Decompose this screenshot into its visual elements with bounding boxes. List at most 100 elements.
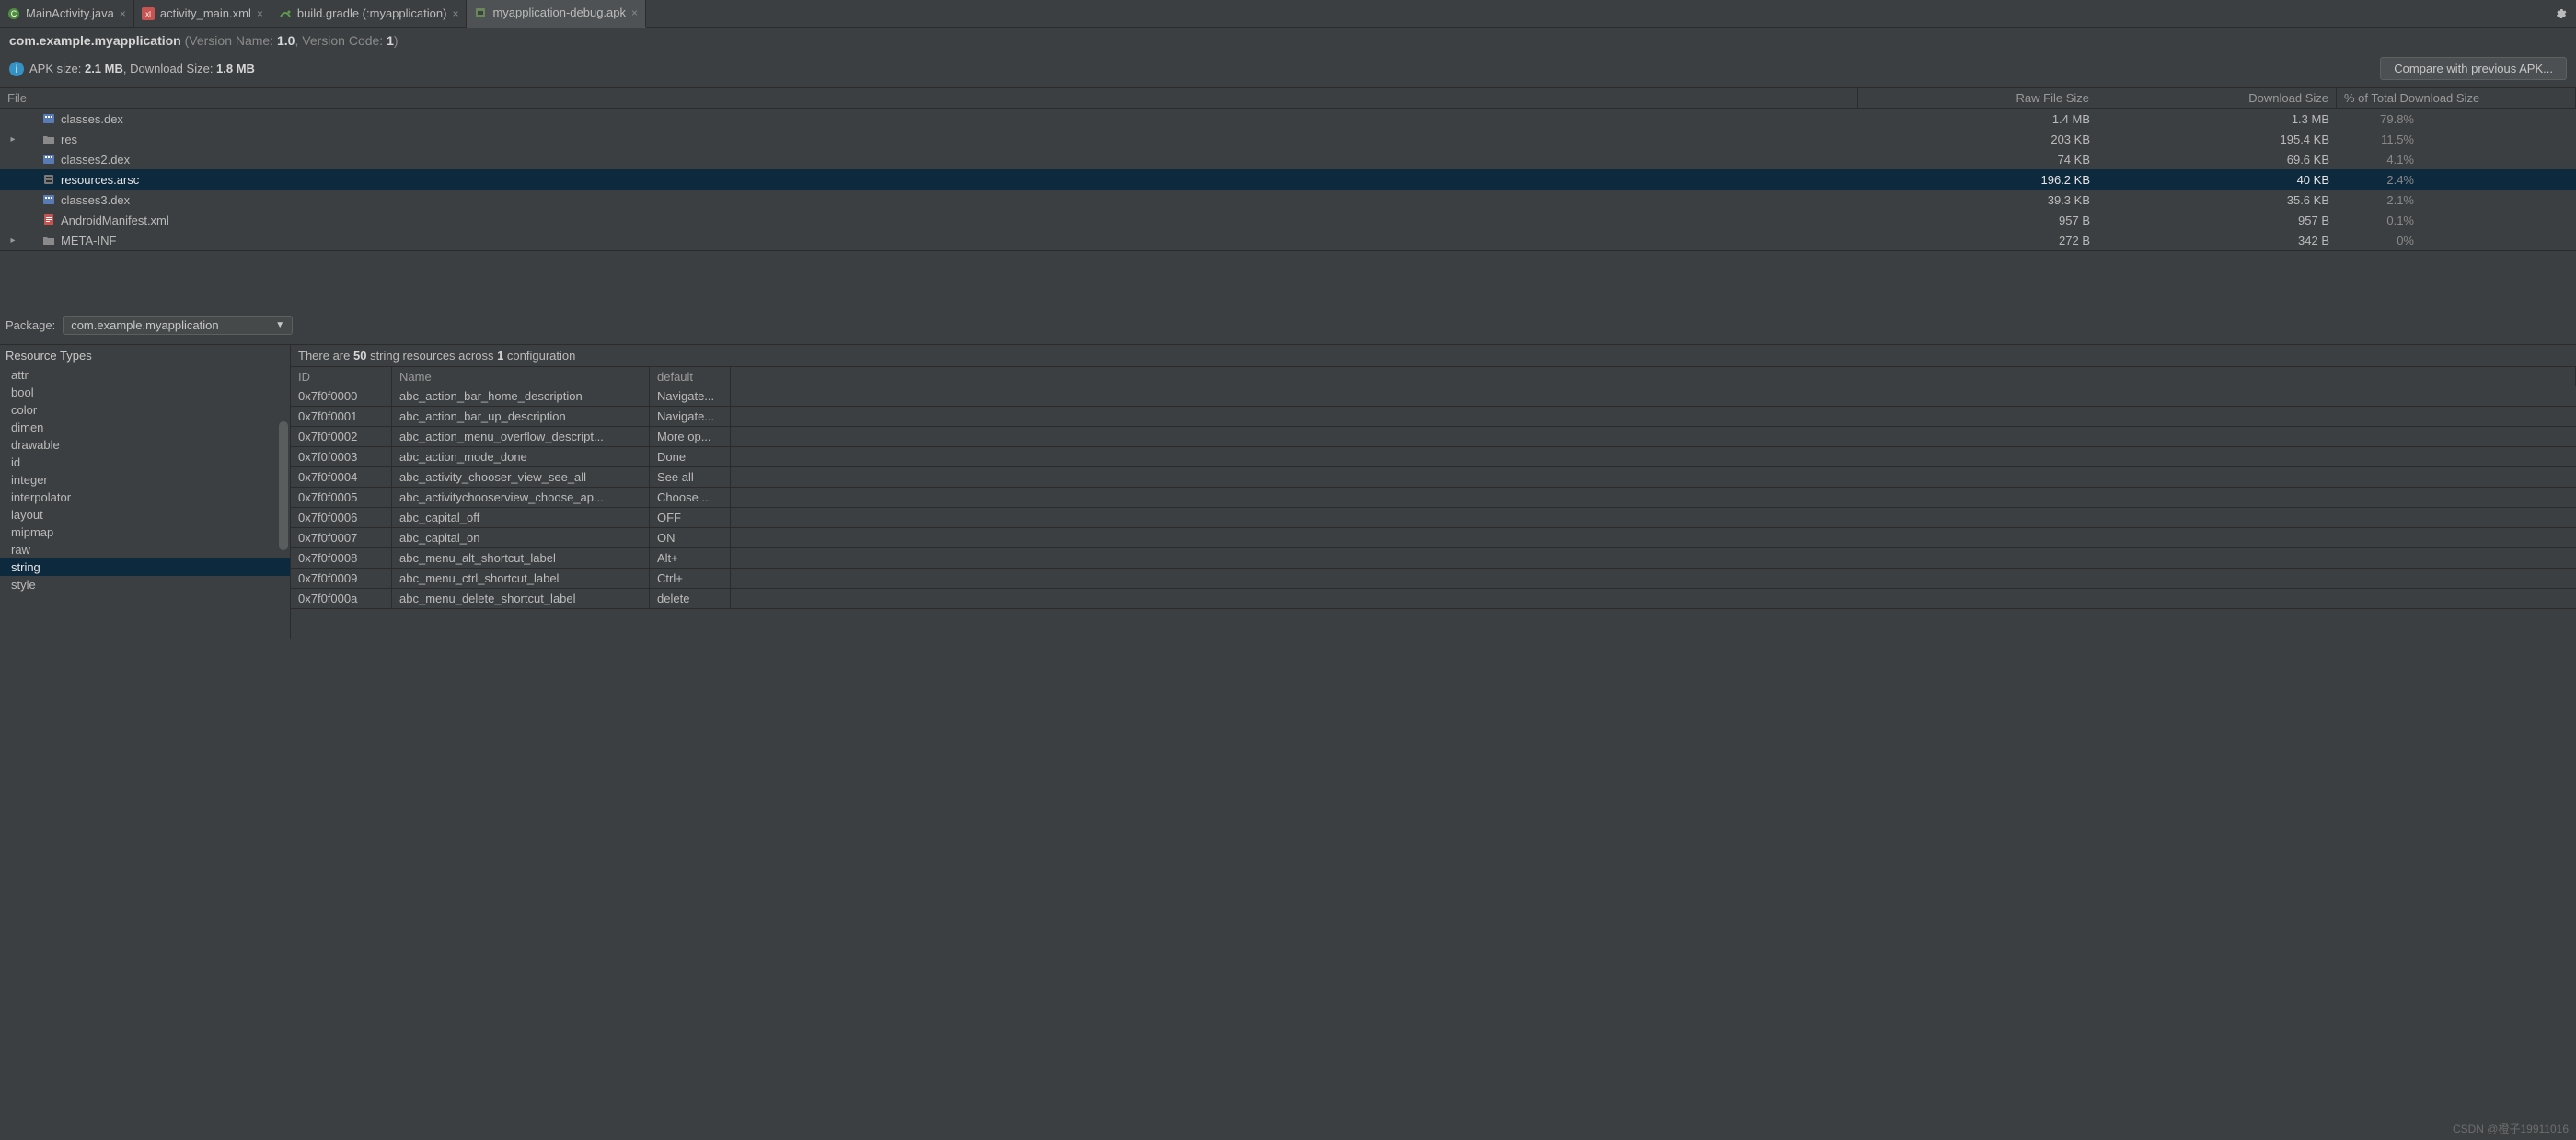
string-row[interactable]: 0x7f0f0002abc_action_menu_overflow_descr… — [291, 427, 2576, 447]
dex-icon — [42, 193, 55, 206]
resource-type-item[interactable]: raw — [0, 541, 290, 558]
col-pct-download[interactable]: % of Total Download Size — [2337, 88, 2576, 108]
class-icon: C — [7, 7, 20, 20]
string-table: ID Name default 0x7f0f0000abc_action_bar… — [291, 366, 2576, 609]
tabbar-settings-icon[interactable] — [2545, 7, 2576, 20]
resource-types-list[interactable]: attrboolcolordimendrawableidintegerinter… — [0, 366, 290, 639]
apk-icon — [474, 6, 487, 19]
resource-type-item[interactable]: mipmap — [0, 524, 290, 541]
resource-count-line: There are 50 string resources across 1 c… — [291, 345, 2576, 366]
string-row[interactable]: 0x7f0f0003abc_action_mode_doneDone — [291, 447, 2576, 467]
string-row[interactable]: 0x7f0f0000abc_action_bar_home_descriptio… — [291, 386, 2576, 407]
manifest-icon — [42, 213, 55, 226]
raw-size: 272 B — [1858, 230, 2097, 250]
string-row[interactable]: 0x7f0f000aabc_menu_delete_shortcut_label… — [291, 589, 2576, 609]
watermark: CSDN @橙子19911016 — [2453, 1121, 2569, 1136]
scrollbar-thumb[interactable] — [279, 421, 288, 550]
raw-size: 74 KB — [1858, 149, 2097, 169]
col-download-size[interactable]: Download Size — [2097, 88, 2337, 108]
resource-type-item[interactable]: integer — [0, 471, 290, 489]
string-default: See all — [650, 467, 731, 488]
file-name: classes3.dex — [61, 193, 130, 207]
compare-apk-button[interactable]: Compare with previous APK... — [2380, 57, 2567, 80]
string-row[interactable]: 0x7f0f0007abc_capital_onON — [291, 528, 2576, 548]
download-size: 35.6 KB — [2097, 190, 2337, 210]
resource-types-header: Resource Types — [0, 345, 290, 366]
resource-type-item[interactable]: attr — [0, 366, 290, 384]
resource-type-item[interactable]: dimen — [0, 419, 290, 436]
package-line: com.example.myapplication (Version Name:… — [9, 33, 2567, 48]
string-row[interactable]: 0x7f0f0005abc_activitychooserview_choose… — [291, 488, 2576, 508]
col-id[interactable]: ID — [291, 367, 392, 386]
tab-label: MainActivity.java — [26, 6, 114, 20]
version-code-value: 1 — [387, 33, 394, 48]
pct-value: 2.1% — [2372, 193, 2414, 207]
close-icon[interactable]: × — [257, 7, 263, 20]
resource-type-item[interactable]: style — [0, 576, 290, 593]
resource-type-item[interactable]: id — [0, 454, 290, 471]
apk-header: com.example.myapplication (Version Name:… — [0, 28, 2576, 52]
arsc-icon — [42, 173, 55, 186]
file-row[interactable]: classes.dex1.4 MB1.3 MB79.8% — [0, 109, 2576, 129]
string-row[interactable]: 0x7f0f0001abc_action_bar_up_descriptionN… — [291, 407, 2576, 427]
raw-size: 203 KB — [1858, 129, 2097, 149]
editor-tab[interactable]: xlactivity_main.xml× — [134, 0, 271, 28]
resource-type-item[interactable]: drawable — [0, 436, 290, 454]
file-row[interactable]: AndroidManifest.xml957 B957 B0.1% — [0, 210, 2576, 230]
editor-tab[interactable]: myapplication-debug.apk× — [467, 0, 646, 28]
pct-bar — [2421, 154, 2569, 165]
editor-tab[interactable]: C MainActivity.java × — [0, 0, 134, 28]
string-default: OFF — [650, 508, 731, 528]
pct-bar — [2421, 235, 2569, 246]
string-row[interactable]: 0x7f0f0009abc_menu_ctrl_shortcut_labelCt… — [291, 569, 2576, 589]
package-id: com.example.myapplication — [9, 33, 181, 48]
editor-tabbar: CMainActivity.java×xlactivity_main.xml×b… — [0, 0, 2576, 28]
string-name: abc_menu_delete_shortcut_label — [392, 589, 650, 609]
file-row[interactable]: resources.arsc196.2 KB40 KB2.4% — [0, 169, 2576, 190]
resource-type-item[interactable]: layout — [0, 506, 290, 524]
apk-size-label: APK size: — [29, 62, 85, 75]
resource-type-item[interactable]: interpolator — [0, 489, 290, 506]
string-id: 0x7f0f0004 — [291, 467, 392, 488]
download-size-label: , Download Size: — [123, 62, 216, 75]
close-icon[interactable]: × — [452, 7, 458, 20]
string-row[interactable]: 0x7f0f0006abc_capital_offOFF — [291, 508, 2576, 528]
file-row[interactable]: ▸res203 KB195.4 KB11.5% — [0, 129, 2576, 149]
string-name: abc_action_bar_home_description — [392, 386, 650, 407]
resource-type-item[interactable]: bool — [0, 384, 290, 401]
package-select-value: com.example.myapplication — [71, 318, 218, 332]
col-name[interactable]: Name — [392, 367, 650, 386]
expander-icon[interactable]: ▸ — [7, 134, 18, 144]
col-default[interactable]: default — [650, 367, 731, 386]
apk-size-value: 2.1 MB — [85, 62, 123, 75]
download-size: 195.4 KB — [2097, 129, 2337, 149]
file-name: META-INF — [61, 234, 116, 248]
file-row[interactable]: ▸ META-INF 272 B342 B 0% — [0, 230, 2576, 250]
folder-icon — [42, 132, 55, 145]
file-name: resources.arsc — [61, 173, 139, 187]
col-extra[interactable] — [731, 367, 2576, 386]
file-name: classes.dex — [61, 112, 123, 126]
pct-value: 0% — [2372, 234, 2414, 248]
string-default: Navigate... — [650, 407, 731, 427]
resource-type-item[interactable]: color — [0, 401, 290, 419]
string-row[interactable]: 0x7f0f0004abc_activity_chooser_view_see_… — [291, 467, 2576, 488]
string-row[interactable]: 0x7f0f0008abc_menu_alt_shortcut_labelAlt… — [291, 548, 2576, 569]
file-row[interactable]: classes2.dex74 KB69.6 KB4.1% — [0, 149, 2576, 169]
col-file[interactable]: File — [0, 88, 1858, 108]
col-raw-size[interactable]: Raw File Size — [1858, 88, 2097, 108]
download-size: 1.3 MB — [2097, 109, 2337, 129]
string-default: More op... — [650, 427, 731, 447]
string-id: 0x7f0f0000 — [291, 386, 392, 407]
close-icon[interactable]: × — [631, 6, 638, 19]
svg-text:C: C — [11, 9, 17, 18]
close-icon[interactable]: × — [120, 7, 126, 20]
package-select[interactable]: com.example.myapplication ▼ — [63, 316, 293, 335]
download-size: 69.6 KB — [2097, 149, 2337, 169]
resource-type-item[interactable]: string — [0, 558, 290, 576]
download-size: 342 B — [2097, 230, 2337, 250]
expander-icon[interactable]: ▸ — [7, 236, 18, 246]
file-row[interactable]: classes3.dex39.3 KB35.6 KB2.1% — [0, 190, 2576, 210]
download-size: 40 KB — [2097, 169, 2337, 190]
editor-tab[interactable]: build.gradle (:myapplication)× — [271, 0, 468, 28]
